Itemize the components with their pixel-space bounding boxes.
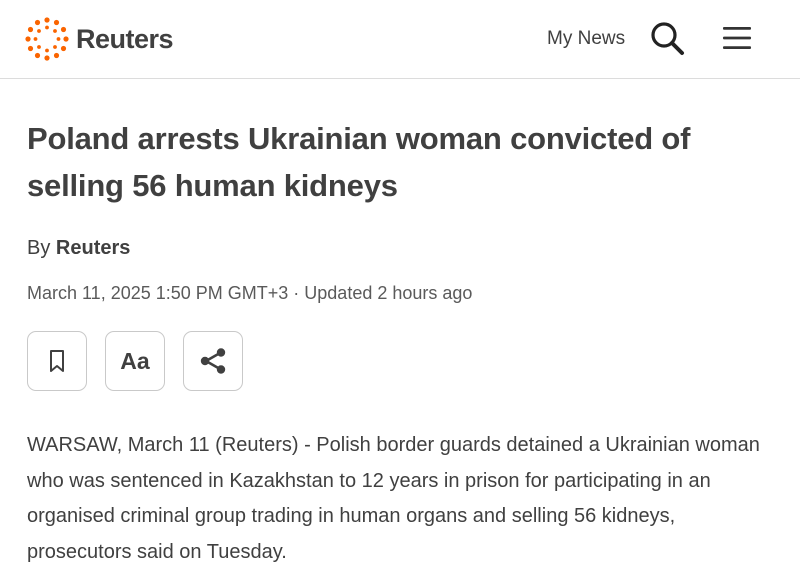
reuters-logo-icon [25, 17, 69, 61]
bookmark-icon [50, 350, 64, 372]
byline: By Reuters [27, 237, 130, 260]
text-size-label: Aa [120, 347, 150, 374]
byline-prefix: By [27, 237, 51, 259]
article-dateline: March 11, 2025 1:50 PM GMT+3 · Updated 2… [27, 283, 473, 303]
bookmark-button[interactable] [27, 331, 87, 391]
share-icon [200, 348, 226, 374]
article-tools: Aa [27, 331, 243, 391]
my-news-link[interactable]: My News [547, 28, 625, 50]
text-size-button[interactable]: Aa [105, 331, 165, 391]
hamburger-menu-icon [723, 27, 751, 49]
article-headline: Poland arrests Ukrainian woman convicted… [27, 121, 691, 203]
site-header: Reuters My News [0, 0, 800, 79]
menu-button[interactable] [721, 22, 753, 54]
share-button[interactable] [183, 331, 243, 391]
reuters-logo[interactable]: Reuters [25, 17, 174, 61]
search-icon [651, 22, 684, 55]
article-body-paragraph: WARSAW, March 11 (Reuters) - Polish bord… [27, 434, 760, 563]
search-button[interactable] [649, 20, 685, 56]
byline-author[interactable]: Reuters [56, 237, 130, 259]
logo-text: Reuters [76, 23, 174, 54]
